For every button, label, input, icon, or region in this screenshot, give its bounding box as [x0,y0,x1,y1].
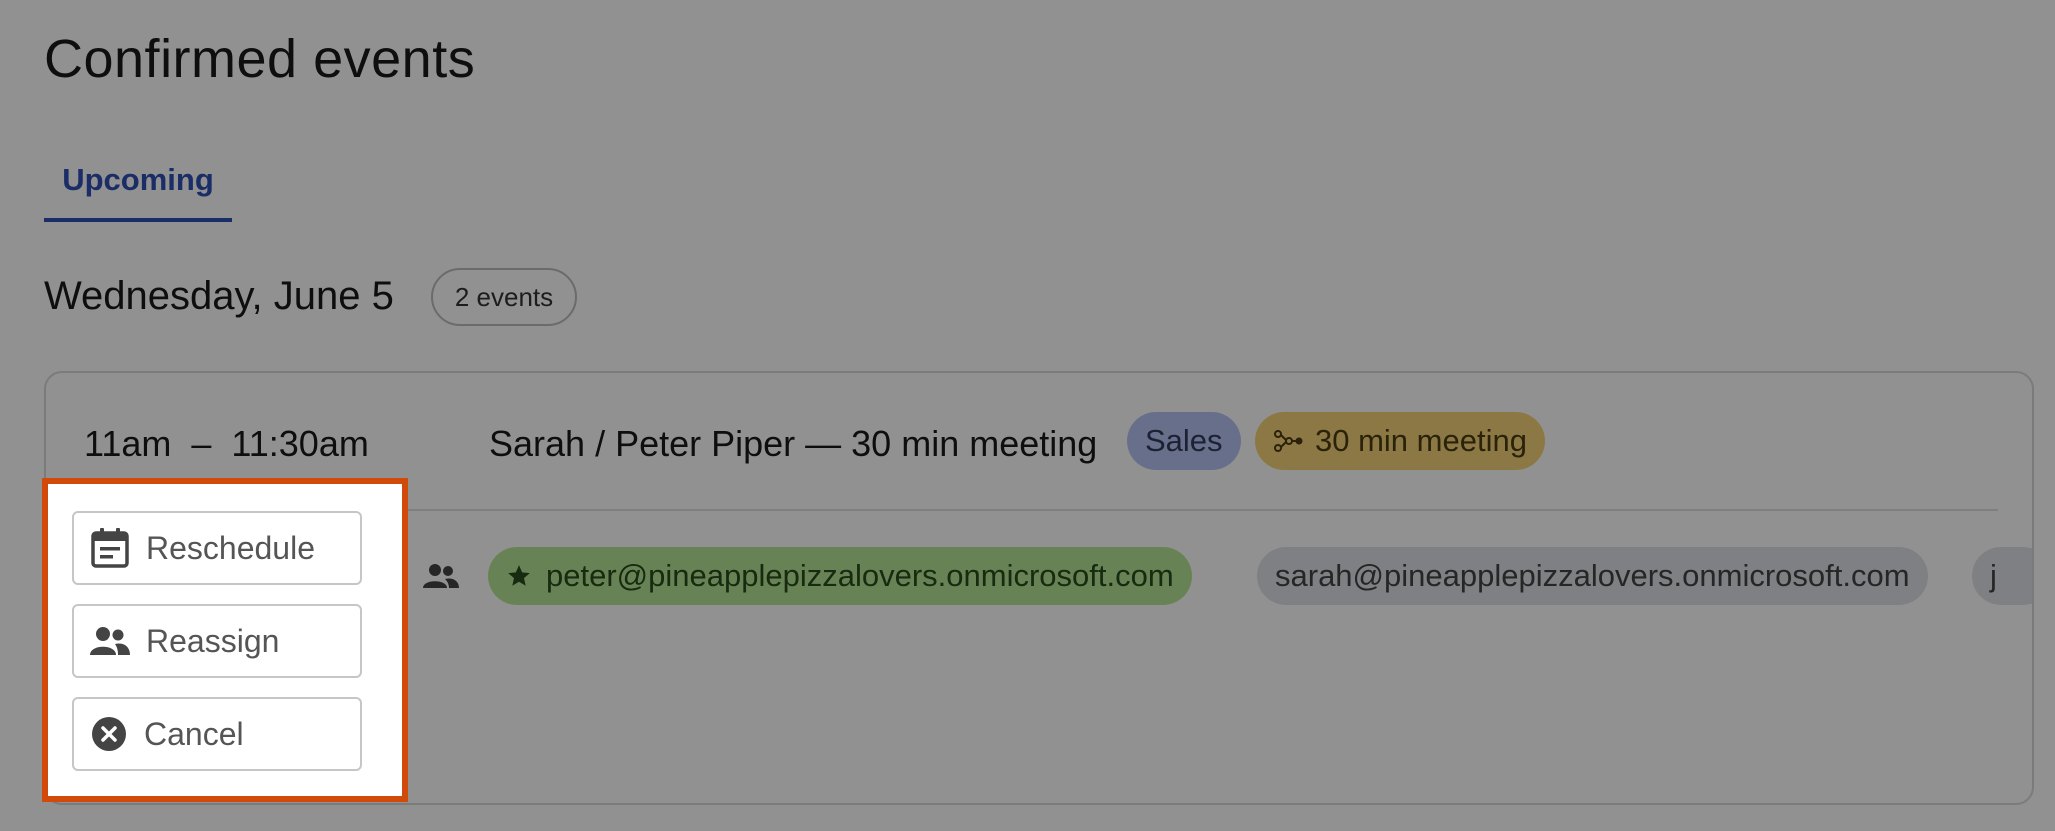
cancel-circle-icon [92,717,126,751]
cancel-button[interactable]: Cancel [72,697,362,771]
reassign-label: Reassign [146,622,280,659]
reschedule-label: Reschedule [146,529,315,566]
calendar-icon [91,528,129,568]
cancel-label: Cancel [144,715,244,752]
people-icon [90,627,130,655]
event-actions-menu: Reschedule Reassign Cancel [42,478,408,802]
reschedule-button[interactable]: Reschedule [72,511,362,585]
reassign-button[interactable]: Reassign [72,604,362,678]
